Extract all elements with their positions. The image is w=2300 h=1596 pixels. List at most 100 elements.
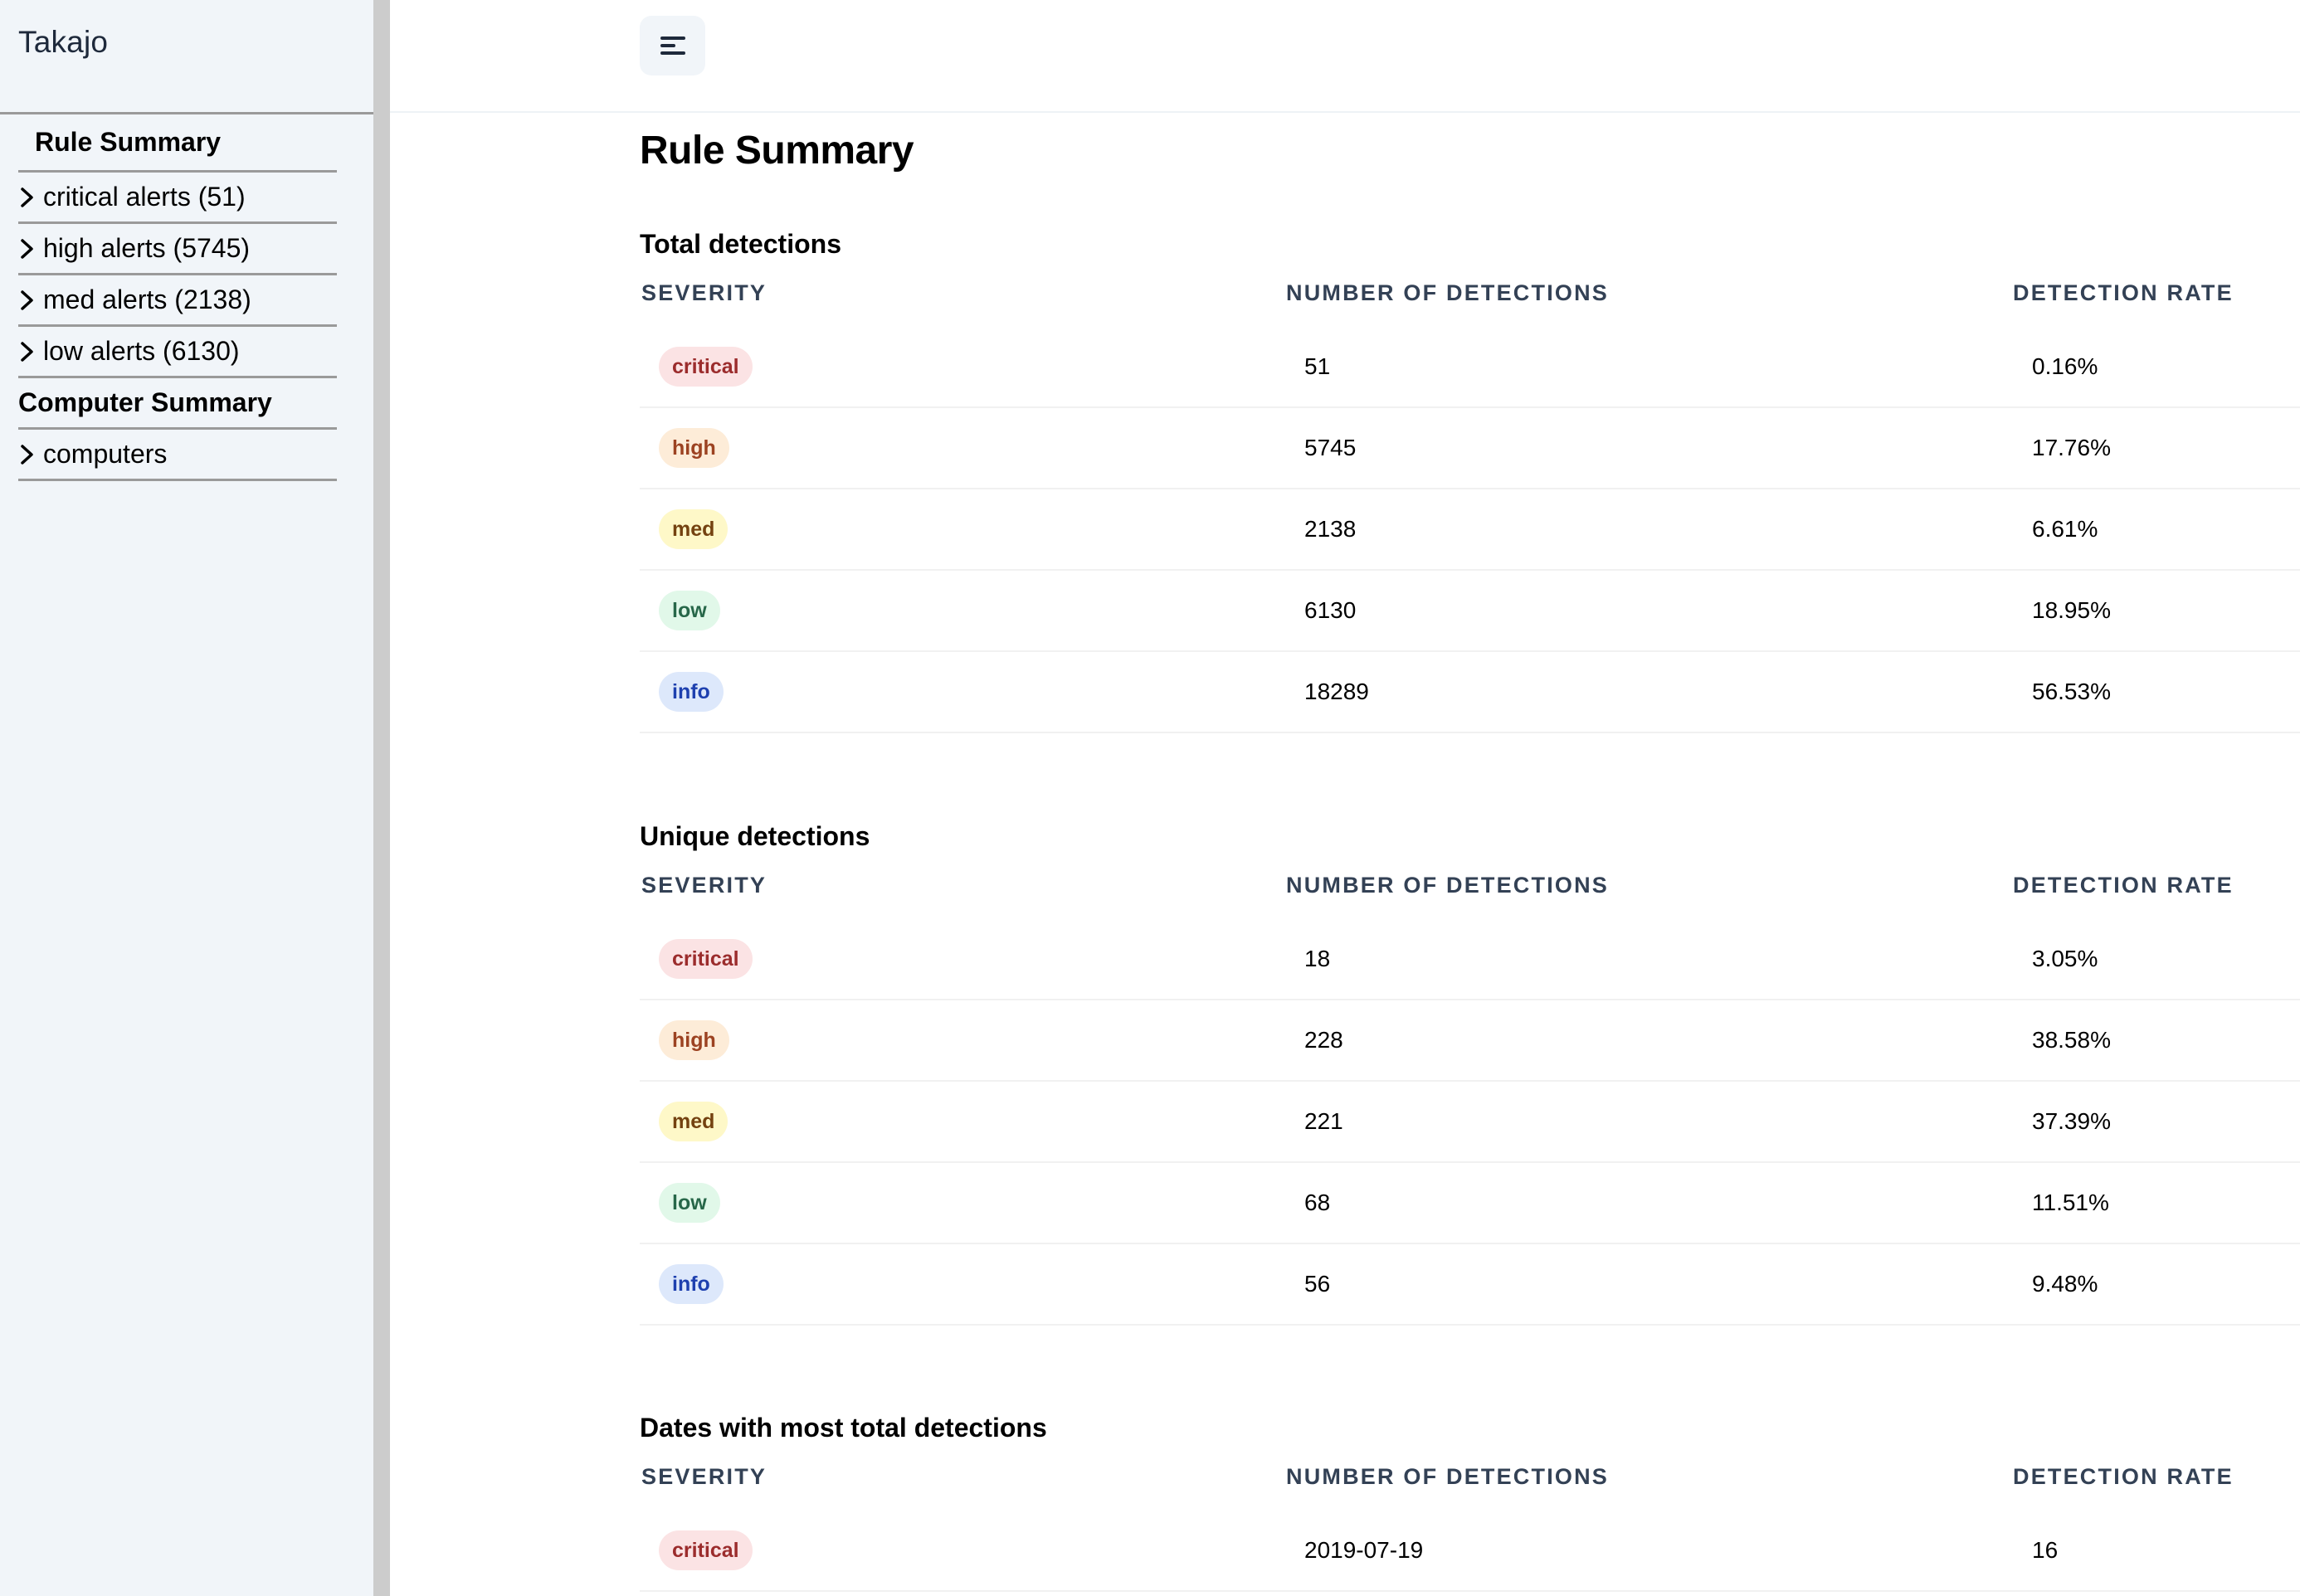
detection-rate-cell: 0.16% xyxy=(2032,353,2098,379)
detection-rate-cell: 18.95% xyxy=(2032,597,2111,623)
detection-rate-cell: 6.61% xyxy=(2032,516,2098,542)
sidebar-item-label: med alerts (2138) xyxy=(43,285,251,314)
severity-cell: info xyxy=(659,1244,724,1324)
detection-rate-cell: 56.53% xyxy=(2032,679,2111,704)
table-body: critical 2019-07-19 16 xyxy=(640,1511,2300,1592)
table-row: info 56 9.48% xyxy=(640,1244,2300,1326)
severity-cell: critical xyxy=(659,327,753,406)
severity-cell: high xyxy=(659,1000,729,1080)
severity-badge: critical xyxy=(659,347,753,387)
severity-cell: high xyxy=(659,408,729,488)
severity-badge: med xyxy=(659,1102,728,1141)
severity-badge: info xyxy=(659,1264,724,1304)
detections-count-cell: 18 xyxy=(1304,946,1331,971)
sidebar-item-label: Computer Summary xyxy=(18,387,272,417)
section-title: Unique detections xyxy=(640,821,870,851)
table-row: critical 51 0.16% xyxy=(640,327,2300,408)
column-header-rate: DETECTION RATE xyxy=(2013,1464,2234,1489)
table-row: critical 18 3.05% xyxy=(640,919,2300,1000)
severity-badge: critical xyxy=(659,1530,753,1570)
severity-badge: high xyxy=(659,428,729,468)
table-row: low 68 11.51% xyxy=(640,1163,2300,1244)
table-row: critical 2019-07-19 16 xyxy=(640,1511,2300,1592)
table-row: med 221 37.39% xyxy=(640,1082,2300,1163)
sidebar-item-high-alerts[interactable]: high alerts (5745) xyxy=(18,224,337,275)
column-header-severity: SEVERITY xyxy=(641,280,767,305)
table-row: med 2138 6.61% xyxy=(640,489,2300,571)
detections-count-cell: 2019-07-19 xyxy=(1304,1537,1424,1563)
table-body: critical 18 3.05% high 228 38.58% med 221 37.39%… xyxy=(640,919,2300,1326)
table-row: high 228 38.58% xyxy=(640,1000,2300,1082)
severity-badge: low xyxy=(659,591,720,630)
menu-icon xyxy=(660,34,686,57)
detection-rate-cell: 9.48% xyxy=(2032,1271,2098,1297)
table-row: low 6130 18.95% xyxy=(640,571,2300,652)
page-title: Rule Summary xyxy=(640,129,914,173)
severity-badge: low xyxy=(659,1183,720,1223)
detections-count-cell: 6130 xyxy=(1304,597,1357,623)
column-header-rate: DETECTION RATE xyxy=(2013,280,2234,305)
sidebar-resize-handle[interactable] xyxy=(373,0,390,1596)
sidebar-item-critical-alerts[interactable]: critical alerts (51) xyxy=(18,173,337,224)
detection-rate-cell: 16 xyxy=(2032,1537,2059,1563)
top-bar xyxy=(390,0,2300,113)
sidebar-item-computers[interactable]: computers xyxy=(18,430,337,481)
detection-rate-cell: 38.58% xyxy=(2032,1027,2111,1053)
table-row: high 5745 17.76% xyxy=(640,408,2300,489)
chevron-right-icon xyxy=(18,287,43,314)
severity-cell: info xyxy=(659,652,724,732)
table-header: SEVERITY NUMBER OF DETECTIONS DETECTION RA… xyxy=(640,873,2300,906)
table-header: SEVERITY NUMBER OF DETECTIONS DETECTION RA… xyxy=(640,280,2300,314)
detections-count-cell: 2138 xyxy=(1304,516,1357,542)
detection-rate-cell: 37.39% xyxy=(2032,1108,2111,1134)
sidebar-nav: Rule Summary critical alerts (51) high a… xyxy=(18,114,337,481)
sidebar-item-computer-summary[interactable]: Computer Summary xyxy=(18,378,337,430)
severity-badge: critical xyxy=(659,939,753,979)
table-row: info 18289 56.53% xyxy=(640,652,2300,733)
chevron-right-icon xyxy=(18,184,43,211)
detections-count-cell: 51 xyxy=(1304,353,1331,379)
sidebar-item-label: critical alerts (51) xyxy=(43,182,246,212)
severity-cell: critical xyxy=(659,919,753,999)
severity-badge: info xyxy=(659,672,724,712)
detections-count-cell: 221 xyxy=(1304,1108,1343,1134)
detections-count-cell: 228 xyxy=(1304,1027,1343,1053)
detection-rate-cell: 3.05% xyxy=(2032,946,2098,971)
chevron-right-icon xyxy=(18,441,43,468)
sidebar-item-med-alerts[interactable]: med alerts (2138) xyxy=(18,275,337,327)
main-content: Rule Summary Total detections SEVERITY NUM… xyxy=(390,0,2300,1596)
sidebar-item-label: Rule Summary xyxy=(35,127,222,157)
sidebar-item-label: low alerts (6130) xyxy=(43,336,240,366)
detections-count-cell: 18289 xyxy=(1304,679,1369,704)
column-header-severity: SEVERITY xyxy=(641,1464,767,1489)
section-title: Total detections xyxy=(640,229,841,259)
table-body: critical 51 0.16% high 5745 17.76% med 2138 6.61… xyxy=(640,327,2300,733)
sidebar-item-label: high alerts (5745) xyxy=(43,233,251,263)
detections-count-cell: 5745 xyxy=(1304,435,1357,460)
detection-rate-cell: 11.51% xyxy=(2032,1190,2109,1215)
severity-cell: low xyxy=(659,571,720,650)
detections-count-cell: 56 xyxy=(1304,1271,1331,1297)
detections-count-cell: 68 xyxy=(1304,1190,1331,1215)
column-header-rate: DETECTION RATE xyxy=(2013,873,2234,898)
sidebar-item-rule-summary[interactable]: Rule Summary xyxy=(18,114,337,173)
section-title: Dates with most total detections xyxy=(640,1413,1047,1443)
menu-toggle-button[interactable] xyxy=(640,16,705,75)
severity-cell: critical xyxy=(659,1511,753,1590)
column-header-severity: SEVERITY xyxy=(641,873,767,898)
chevron-right-icon xyxy=(18,236,43,262)
severity-cell: low xyxy=(659,1163,720,1243)
severity-badge: high xyxy=(659,1020,729,1060)
table-header: SEVERITY NUMBER OF DETECTIONS DETECTION RA… xyxy=(640,1464,2300,1497)
sidebar-item-low-alerts[interactable]: low alerts (6130) xyxy=(18,327,337,378)
severity-cell: med xyxy=(659,1082,728,1161)
chevron-right-icon xyxy=(18,338,43,365)
column-header-number: NUMBER OF DETECTIONS xyxy=(1286,1464,1610,1489)
column-header-number: NUMBER OF DETECTIONS xyxy=(1286,873,1610,898)
app-title: Takajo xyxy=(18,25,109,59)
column-header-number: NUMBER OF DETECTIONS xyxy=(1286,280,1610,305)
severity-cell: med xyxy=(659,489,728,569)
sidebar-item-label: computers xyxy=(43,439,168,469)
sidebar: Takajo Rule Summary critical alerts (51)… xyxy=(0,0,373,1596)
severity-badge: med xyxy=(659,509,728,549)
